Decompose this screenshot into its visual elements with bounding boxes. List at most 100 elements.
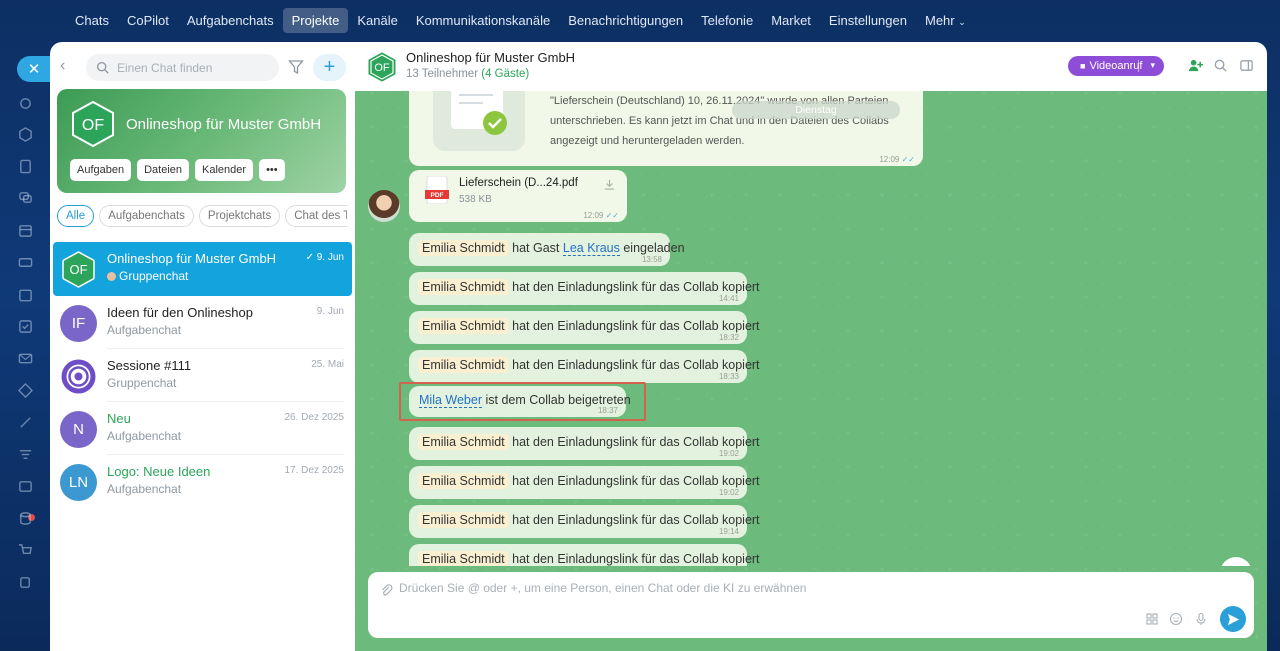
search-box[interactable] — [86, 54, 279, 81]
nav-projekte[interactable]: Projekte — [282, 7, 349, 33]
chat-date: 17. Dez 2025 — [284, 465, 345, 476]
contacts-icon[interactable] — [18, 288, 33, 303]
back-icon[interactable]: ‹ — [60, 57, 65, 75]
database-icon[interactable] — [18, 511, 33, 526]
message-time: 18:33 — [718, 372, 739, 381]
system-message-body: hat den Einladungslink für das Collab ko… — [512, 280, 760, 294]
nav-telefonie[interactable]: Telefonie — [692, 8, 762, 33]
left-rail: ✕ — [0, 40, 51, 651]
send-button[interactable] — [1220, 606, 1246, 632]
chat-name: Logo: Neue Ideen — [107, 464, 211, 479]
system-message-body: hat den Einladungslink für das Collab ko… — [512, 474, 760, 488]
chat-participants[interactable]: 13 Teilnehmer (4 Gäste) — [406, 68, 529, 80]
funnel-icon[interactable] — [18, 447, 33, 462]
close-icon[interactable]: ✕ — [17, 56, 51, 82]
chevron-down-icon[interactable]: ▾ — [1150, 60, 1155, 71]
emoji-icon[interactable] — [1169, 612, 1183, 626]
actor-chip[interactable]: Emilia Schmidt — [418, 318, 509, 334]
participants-count: 13 Teilnehmer — [406, 68, 479, 80]
mail-icon[interactable] — [18, 351, 33, 366]
calendar-icon[interactable] — [18, 223, 33, 238]
actor-chip[interactable]: Emilia Schmidt — [418, 551, 509, 566]
actor-chip[interactable]: Emilia Schmidt — [418, 473, 509, 489]
copy-icon[interactable] — [18, 575, 33, 590]
chat-type: Aufgabenchat — [107, 429, 182, 443]
system-message-text: Emilia Schmidt hat den Einladungslink fü… — [418, 512, 760, 528]
send-icon — [1227, 613, 1239, 625]
chat-filter-tabs: Alle Aufgabenchats Projektchats Chat des… — [57, 205, 347, 227]
nav-aufgabenchats[interactable]: Aufgabenchats — [178, 8, 283, 33]
checkbox-icon[interactable] — [18, 319, 33, 334]
sidebar-toggle-icon[interactable] — [1239, 58, 1254, 73]
chat-name: Ideen für den Onlineshop — [107, 305, 253, 320]
calendar-button[interactable]: Kalender — [195, 159, 254, 181]
files-button[interactable]: Dateien — [137, 159, 190, 181]
hexagon-icon[interactable] — [18, 127, 33, 142]
card-icon[interactable] — [18, 255, 33, 270]
more-button[interactable]: ••• — [259, 159, 285, 181]
project-avatar: OF — [72, 101, 114, 147]
filter-task-chats[interactable]: Aufgabenchats — [99, 205, 194, 227]
list-item[interactable]: OF Onlineshop für Muster GmbH Gruppencha… — [53, 242, 352, 296]
gear-icon[interactable] — [18, 96, 33, 111]
avatar[interactable] — [368, 190, 400, 222]
actor-chip[interactable]: Emilia Schmidt — [418, 434, 509, 450]
apps-icon[interactable] — [1145, 612, 1159, 626]
actor-chip[interactable]: Emilia Schmidt — [418, 240, 509, 256]
filter-project-chats[interactable]: Projektchats — [198, 205, 281, 227]
add-user-icon[interactable] — [1188, 58, 1203, 73]
nav-kommunikationskanaele[interactable]: Kommunikationskanäle — [407, 8, 559, 33]
chat-name: Sessione #111 — [107, 358, 192, 373]
puzzle-icon[interactable] — [18, 383, 33, 398]
actor-chip[interactable]: Emilia Schmidt — [418, 279, 509, 295]
chat-title[interactable]: Onlineshop für Muster GmbH — [406, 50, 575, 65]
video-call-button[interactable]: ■ Videoanruf ▾ — [1068, 56, 1164, 76]
search-icon[interactable] — [1213, 58, 1228, 73]
chat-name: Neu — [107, 411, 131, 426]
filter-team-chat[interactable]: Chat des Te — [285, 205, 347, 227]
list-item[interactable]: IF Ideen für den Onlineshop Aufgabenchat… — [53, 296, 352, 349]
list-item[interactable]: LN Logo: Neue Ideen Aufgabenchat 17. Dez… — [53, 455, 352, 508]
divider — [1138, 60, 1139, 72]
nav-market[interactable]: Market — [762, 8, 820, 33]
nav-copilot[interactable]: CoPilot — [118, 8, 178, 33]
filter-all[interactable]: Alle — [57, 205, 95, 227]
download-icon[interactable] — [604, 179, 615, 190]
system-message-text: Emilia Schmidt hat den Einladungslink fü… — [418, 434, 760, 450]
chat-avatar: OF — [62, 251, 95, 288]
actor-chip[interactable]: Emilia Schmidt — [418, 512, 509, 528]
inbox-icon[interactable] — [18, 479, 33, 494]
chat-bubbles-icon[interactable] — [18, 190, 33, 205]
chat-list-panel: ‹ + OF Onlineshop für Muster GmbH Aufgab… — [50, 42, 355, 651]
user-link[interactable]: Lea Kraus — [562, 241, 620, 256]
nav-kanaele[interactable]: Kanäle — [348, 8, 406, 33]
list-item[interactable]: N Neu Aufgabenchat 26. Dez 2025 — [53, 402, 352, 455]
plus-icon[interactable]: + — [313, 54, 346, 81]
pdf-file-icon: PDF — [425, 176, 449, 204]
actor-chip[interactable]: Emilia Schmidt — [418, 357, 509, 373]
nav-mehr[interactable]: Mehr ⌄ — [916, 8, 975, 33]
tasks-button[interactable]: Aufgaben — [70, 159, 132, 181]
chat-header-avatar[interactable]: OF — [367, 52, 397, 82]
attach-icon[interactable] — [380, 584, 394, 598]
document-icon[interactable] — [18, 159, 33, 174]
pen-icon[interactable] — [18, 415, 33, 430]
filter-icon[interactable] — [288, 59, 304, 75]
scroll-down-button[interactable] — [1220, 557, 1252, 566]
nav-einstellungen[interactable]: Einstellungen — [820, 8, 916, 33]
system-message-post: eingeladen — [623, 241, 685, 255]
cart-icon[interactable] — [18, 543, 33, 558]
chat-type: Aufgabenchat — [107, 323, 182, 337]
nav-chats[interactable]: Chats — [66, 8, 118, 33]
project-title: Onlineshop für Muster GmbH — [126, 116, 322, 133]
search-input[interactable] — [117, 60, 267, 75]
chat-date: ✓ 9. Jun — [306, 252, 344, 263]
file-message[interactable]: PDF Lieferschein (D...24.pdf 538 KB 12:0… — [409, 170, 627, 222]
nav-benachrichtigungen[interactable]: Benachrichtigungen — [559, 8, 692, 33]
chat-header-initials: OF — [374, 62, 390, 74]
list-item[interactable]: Sessione #111 Gruppenchat 25. Mai — [53, 349, 352, 402]
file-name[interactable]: Lieferschein (D...24.pdf — [459, 177, 578, 189]
mic-icon[interactable] — [1194, 612, 1208, 626]
chat-panel: OF Onlineshop für Muster GmbH 13 Teilneh… — [355, 42, 1267, 651]
message-input[interactable] — [399, 581, 1099, 595]
